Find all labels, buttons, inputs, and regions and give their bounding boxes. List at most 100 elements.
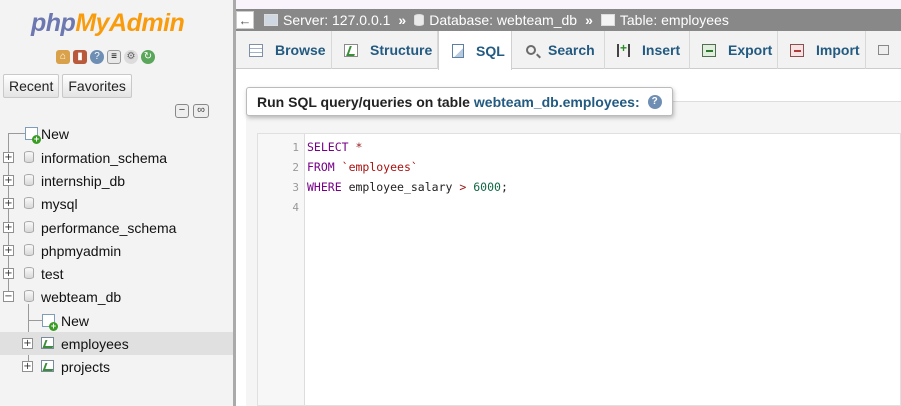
insert-icon (617, 41, 630, 57)
tab-label: Browse (275, 42, 326, 58)
settings-icon[interactable]: ⚙ (124, 50, 138, 64)
expand-icon[interactable]: + (3, 152, 14, 163)
help-icon[interactable]: ? (90, 50, 104, 64)
database-icon (24, 244, 34, 256)
new-database-icon (25, 127, 41, 144)
sql-panel-heading: Run SQL query/queries on table webteam_d… (246, 87, 673, 116)
tree-item-information-schema[interactable]: + information_schema (0, 146, 233, 169)
breadcrumb-server[interactable]: Server: 127.0.0.1 (264, 12, 390, 28)
line-number: 2 (292, 161, 299, 174)
line-number-gutter: 1 2 3 4 (258, 134, 305, 405)
tree-item-mysql[interactable]: + mysql (0, 192, 233, 215)
expand-icon[interactable]: + (22, 338, 33, 349)
tree-item-test[interactable]: + test (0, 262, 233, 285)
tab-browse[interactable]: Browse (236, 31, 332, 69)
tree-label: projects (61, 358, 111, 375)
database-icon (24, 174, 34, 186)
breadcrumb-server-label: Server: 127.0.0.1 (283, 12, 391, 28)
tree-label: employees (61, 335, 129, 352)
reload-icon[interactable]: ↻ (141, 50, 155, 64)
tree-label: mysql (41, 195, 78, 212)
breadcrumb-table-label: Table: employees (619, 12, 729, 28)
help-icon[interactable]: ? (647, 94, 662, 109)
tree-item-performance-schema[interactable]: + performance_schema (0, 216, 233, 239)
line-number: 3 (292, 181, 299, 194)
code-line-3: WHERE employee_salary > 6000; (307, 180, 508, 194)
sql-keyword: FROM (307, 160, 335, 174)
favorites-tab[interactable]: Favorites (62, 74, 132, 98)
table-icon (600, 14, 615, 26)
tree-item-phpmyadmin[interactable]: + phpmyadmin (0, 239, 233, 262)
home-icon[interactable]: ⌂ (56, 50, 70, 64)
sql-heading-table[interactable]: webteam_db.employees: (474, 94, 640, 110)
table-icon (41, 360, 54, 372)
sql-heading-text: Run SQL query/queries on table (257, 93, 470, 110)
browse-icon (249, 43, 263, 57)
logo-myadmin: MyAdmin (75, 9, 185, 37)
sql-identifier: `employees` (341, 160, 418, 174)
expand-icon[interactable]: + (3, 245, 14, 256)
sql-keyword: SELECT (307, 140, 349, 154)
sql-terminator: ; (500, 180, 508, 194)
expand-icon[interactable]: + (3, 222, 14, 233)
database-icon (24, 197, 34, 209)
top-strip-right (236, 0, 901, 9)
breadcrumb-database[interactable]: Database: webteam_db (414, 12, 577, 28)
sql-editor[interactable]: 1 2 3 4 SELECT * FROM `employees` WHERE … (257, 133, 901, 406)
quick-icons: ⌂ ▮ ? ≡ ⚙ ↻ (56, 50, 155, 64)
tab-label: Insert (642, 42, 681, 58)
tab-export[interactable]: Export (690, 31, 778, 69)
expand-icon[interactable]: + (22, 361, 33, 372)
tree-item-webteam-db[interactable]: − webteam_db (0, 285, 233, 308)
tab-more[interactable] (866, 31, 901, 69)
database-icon (24, 221, 34, 233)
sql-operator: * (355, 140, 363, 154)
link-icon[interactable]: ∞ (193, 104, 209, 118)
tree-controls: − ∞ (175, 104, 209, 118)
tree-item-projects[interactable]: + projects (0, 355, 233, 378)
tab-structure[interactable]: Structure (332, 31, 438, 69)
line-number: 4 (292, 201, 299, 214)
tab-label: Import (816, 42, 860, 58)
database-icon (24, 151, 34, 163)
sql-operator: > (459, 180, 467, 194)
tree-item-new[interactable]: New (0, 122, 233, 145)
expand-icon[interactable]: + (3, 268, 14, 279)
more-icon (878, 45, 889, 55)
line-number: 1 (292, 141, 299, 154)
expand-icon[interactable]: + (3, 198, 14, 209)
tab-bar: Browse Structure SQL Search Insert Expor… (236, 31, 901, 70)
code-line-1: SELECT * (307, 140, 362, 154)
import-icon (790, 43, 804, 57)
collapse-all-icon[interactable]: − (175, 104, 189, 118)
logout-icon[interactable]: ▮ (73, 50, 87, 64)
database-icon (414, 14, 425, 26)
tab-import[interactable]: Import (778, 31, 866, 69)
tree-item-new-table[interactable]: New (0, 309, 233, 332)
phpmyadmin-logo[interactable]: phpMyAdmin (31, 9, 185, 38)
sql-icon (452, 43, 464, 58)
breadcrumb-separator: » (398, 12, 407, 28)
sql-column: employee_salary (348, 180, 453, 194)
expand-icon[interactable]: + (3, 175, 14, 186)
tree-item-internship-db[interactable]: + internship_db (0, 169, 233, 192)
tab-label: Export (728, 42, 773, 58)
collapse-icon[interactable]: − (3, 291, 14, 302)
logo-php: php (31, 9, 76, 37)
database-icon (24, 290, 34, 302)
tree-label: webteam_db (41, 288, 122, 305)
tab-label: Structure (370, 42, 433, 58)
back-arrow-icon[interactable]: ← (236, 11, 254, 29)
sql-keyword: WHERE (307, 180, 342, 194)
tab-label: SQL (476, 42, 505, 59)
tree-label: performance_schema (41, 219, 177, 236)
tree-label: information_schema (41, 149, 168, 166)
server-icon (264, 14, 278, 26)
tab-sql[interactable]: SQL (438, 31, 512, 70)
recent-tab[interactable]: Recent (3, 74, 60, 98)
tab-search[interactable]: Search (512, 31, 605, 69)
docs-icon[interactable]: ≡ (107, 50, 121, 64)
tree-item-employees[interactable]: + employees (0, 332, 233, 355)
tab-insert[interactable]: Insert (605, 31, 690, 69)
breadcrumb-table[interactable]: Table: employees (600, 12, 729, 28)
